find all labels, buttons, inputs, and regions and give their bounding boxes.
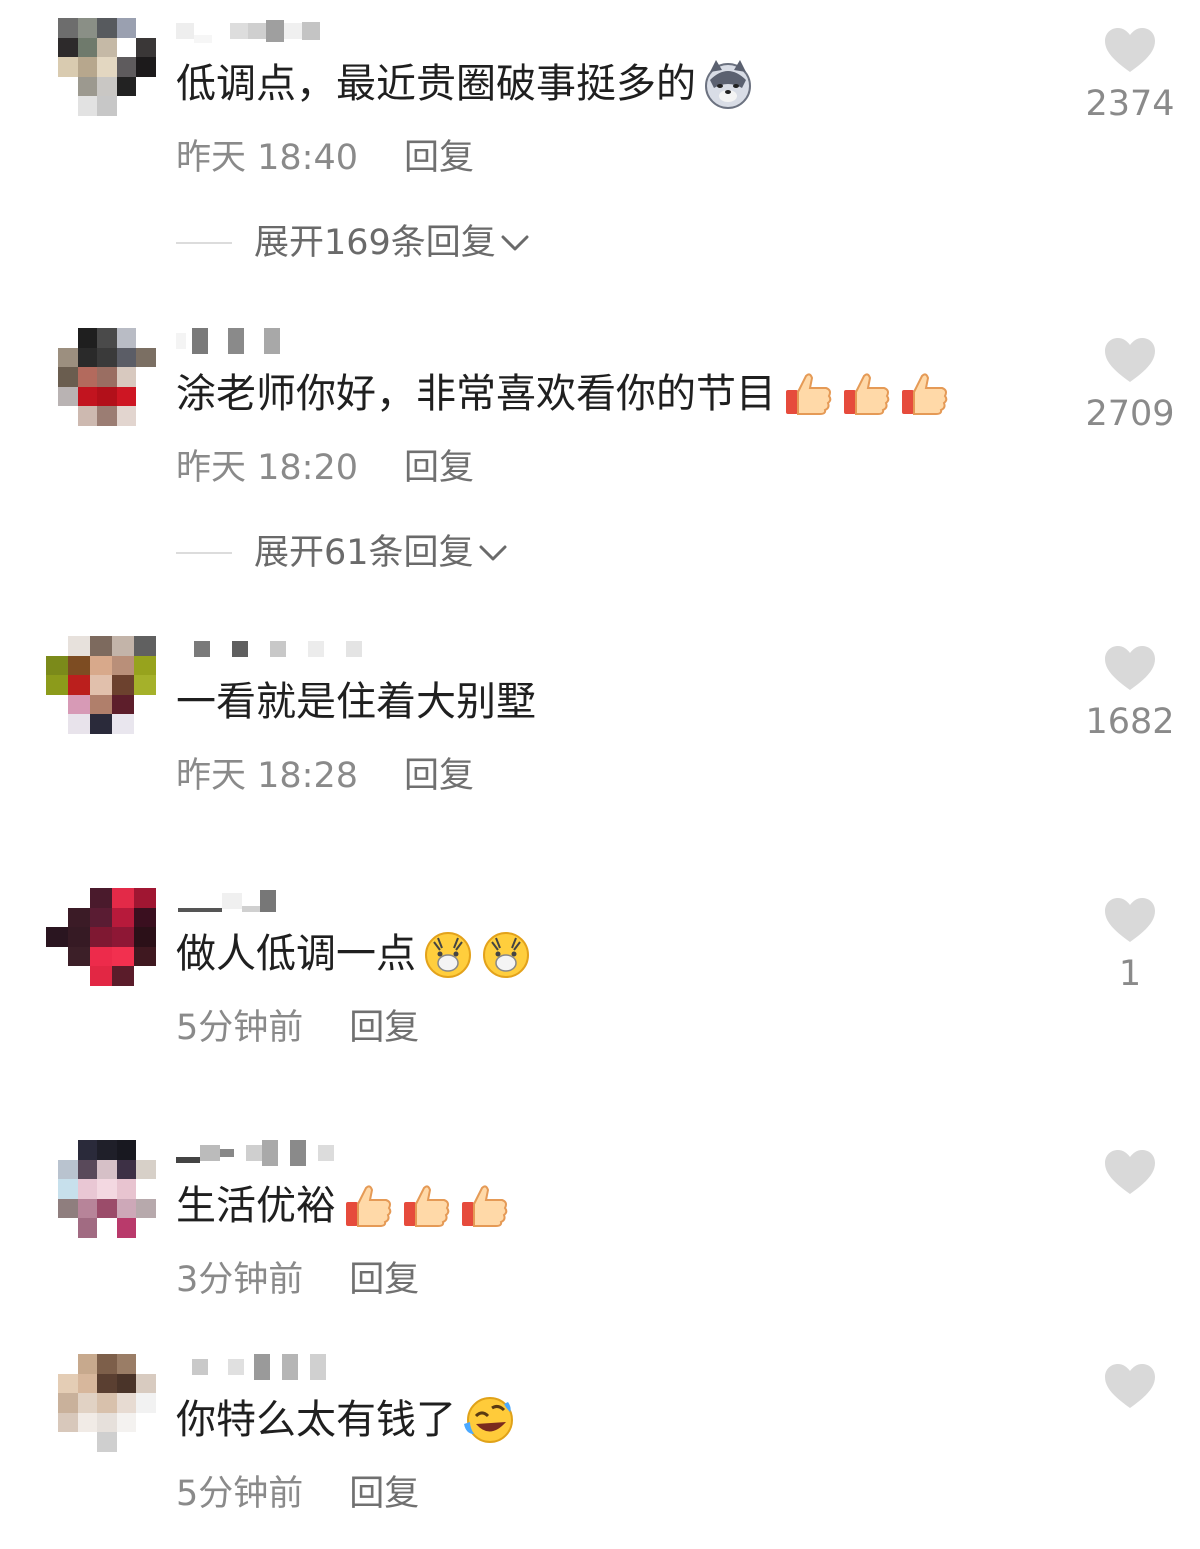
thumbs-up-emoji [346,1185,392,1227]
timestamp: 昨天 18:20 [176,448,358,488]
reply-button[interactable]: 回复 [349,1260,419,1300]
heart-icon[interactable] [1103,1148,1157,1196]
doge-emoji [705,60,751,109]
like-button[interactable]: 2709 [1080,336,1180,436]
divider [176,242,232,244]
like-button[interactable] [1080,1362,1180,1418]
divider [176,552,232,554]
username-pixelated[interactable] [176,18,320,44]
avatar[interactable] [58,18,156,116]
like-count: 1 [1118,954,1142,994]
username-pixelated[interactable] [176,1354,326,1380]
heart-icon[interactable] [1103,896,1157,944]
reply-button[interactable]: 回复 [349,1474,419,1514]
comment-meta: 5分钟前 回复 [176,1472,419,1516]
avatar[interactable] [58,1354,156,1452]
comment-meta: 3分钟前 回复 [176,1258,419,1302]
reply-button[interactable]: 回复 [404,756,474,796]
reply-button[interactable]: 回复 [349,1008,419,1048]
expand-replies[interactable]: 展开169条回复 [176,221,530,265]
comment-body: 低调点，最近贵圈破事挺多的 [176,61,696,107]
reply-button[interactable]: 回复 [404,448,474,488]
avatar[interactable] [58,328,156,426]
username-pixelated[interactable] [176,328,280,354]
like-count: 2709 [1085,394,1175,434]
expand-replies-label[interactable]: 展开61条回复 [254,531,474,575]
username-pixelated[interactable] [176,636,362,662]
heart-icon[interactable] [1103,644,1157,692]
avatar[interactable] [46,636,156,734]
comment-text: 低调点，最近贵圈破事挺多的 [176,58,754,110]
comment-meta: 5分钟前 回复 [176,1006,419,1050]
laughing-emoji [464,1397,513,1443]
chevron-down-icon[interactable] [478,542,508,564]
like-button[interactable] [1080,1148,1180,1204]
like-button[interactable]: 1 [1080,896,1180,996]
heart-icon[interactable] [1103,336,1157,384]
avatar[interactable] [58,1140,156,1238]
comment-meta: 昨天 18:20 回复 [176,446,474,490]
thumbs-up-emoji [844,373,890,415]
thumbs-up-emoji [404,1185,450,1227]
timestamp: 昨天 18:40 [176,138,358,178]
timestamp: 5分钟前 [176,1474,304,1514]
comment-body: 做人低调一点 [176,931,416,977]
shocked-emoji [483,932,529,978]
comment-body: 一看就是住着大别墅 [176,679,536,725]
comment-meta: 昨天 18:40 回复 [176,136,474,180]
comment-text: 一看就是住着大别墅 [176,676,536,728]
comment-body: 生活优裕 [176,1183,336,1229]
comment-meta: 昨天 18:28 回复 [176,754,474,798]
expand-replies-label[interactable]: 展开169条回复 [254,221,496,265]
timestamp: 昨天 18:28 [176,756,358,796]
comment-body: 你特么太有钱了 [176,1397,456,1443]
chevron-down-icon[interactable] [500,232,530,254]
comment-body: 涂老师你好，非常喜欢看你的节目 [176,371,776,417]
like-count: 1682 [1085,702,1175,742]
thumbs-up-emoji [462,1185,508,1227]
like-button[interactable]: 2374 [1080,26,1180,126]
like-count: 2374 [1085,84,1175,124]
heart-icon[interactable] [1103,1362,1157,1410]
like-button[interactable]: 1682 [1080,644,1180,744]
comment-text: 生活优裕 [176,1180,510,1232]
comment-text: 涂老师你好，非常喜欢看你的节目 [176,368,950,420]
avatar[interactable] [46,888,156,986]
timestamp: 5分钟前 [176,1008,304,1048]
reply-button[interactable]: 回复 [404,138,474,178]
username-pixelated[interactable] [176,888,276,914]
expand-replies[interactable]: 展开61条回复 [176,531,508,575]
comment-text: 你特么太有钱了 [176,1394,514,1446]
heart-icon[interactable] [1103,26,1157,74]
thumbs-up-emoji [902,373,948,415]
username-pixelated[interactable] [176,1140,334,1166]
comment-text: 做人低调一点 [176,928,532,980]
shocked-emoji [425,932,471,978]
thumbs-up-emoji [786,373,832,415]
timestamp: 3分钟前 [176,1260,304,1300]
